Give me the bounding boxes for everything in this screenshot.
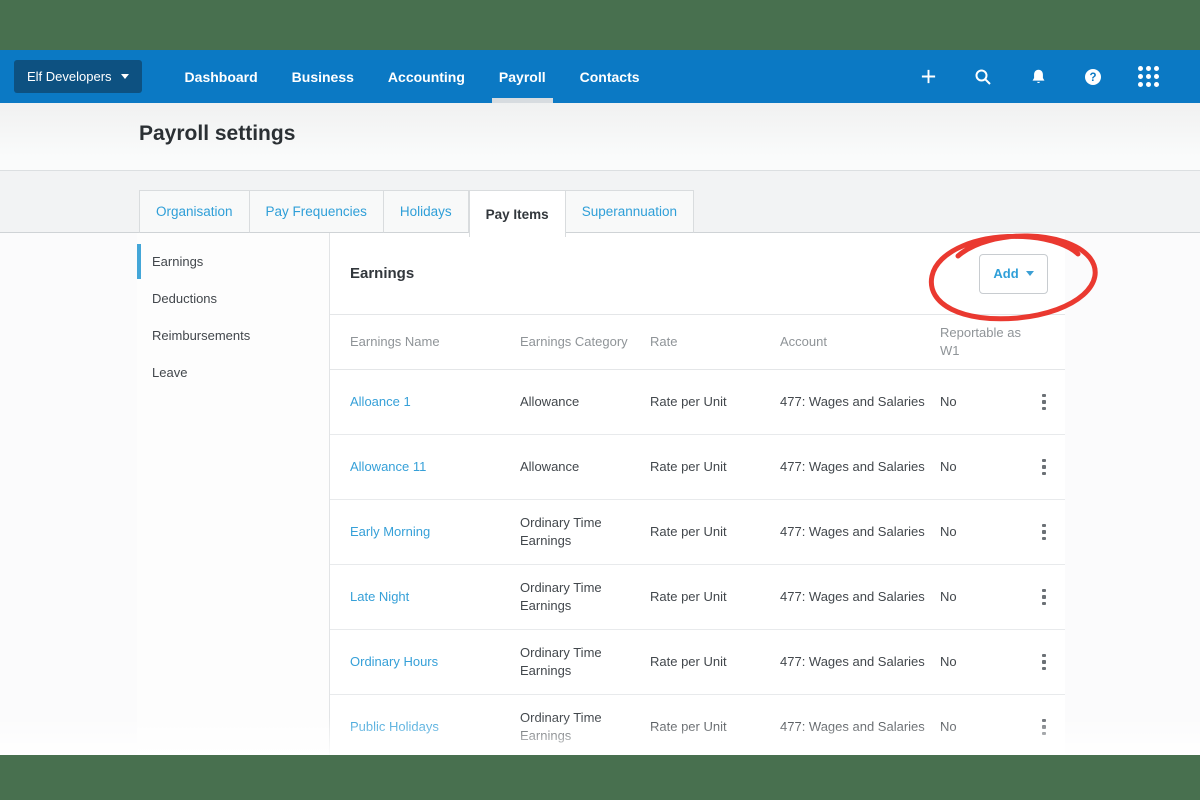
account-cell: 477: Wages and Salaries xyxy=(780,653,940,671)
sidebar-item-earnings[interactable]: Earnings xyxy=(137,243,329,280)
earnings-category-cell: Ordinary Time Earnings xyxy=(520,579,650,614)
row-menu-kebab-icon[interactable] xyxy=(1035,650,1053,674)
row-menu-kebab-icon[interactable] xyxy=(1035,585,1053,609)
earnings-name-link[interactable]: Ordinary Hours xyxy=(350,654,438,669)
account-cell: 477: Wages and Salaries xyxy=(780,393,940,411)
row-menu-kebab-icon[interactable] xyxy=(1035,455,1053,479)
apps-grid-icon[interactable] xyxy=(1138,67,1158,87)
quick-add-plus-icon[interactable] xyxy=(918,67,938,87)
earnings-category-cell: Allowance xyxy=(520,458,650,476)
reportable-w1-cell: No xyxy=(940,523,1035,541)
col-header-reportable-w1: Reportable as W1 xyxy=(940,324,1035,359)
rate-cell: Rate per Unit xyxy=(650,458,780,476)
account-cell: 477: Wages and Salaries xyxy=(780,523,940,541)
content-area: Earnings Deductions Reimbursements Leave… xyxy=(0,233,1200,755)
add-button-label: Add xyxy=(993,266,1018,281)
caret-down-icon xyxy=(1026,271,1034,276)
svg-text:?: ? xyxy=(1089,72,1096,84)
earnings-category-cell: Ordinary Time Earnings xyxy=(520,709,650,744)
organisation-selector[interactable]: Elf Developers xyxy=(14,60,142,93)
earnings-name-link[interactable]: Early Morning xyxy=(350,524,430,539)
letterbox-top-bar xyxy=(0,0,1200,50)
nav-item-contacts[interactable]: Contacts xyxy=(563,50,657,103)
nav-icon-group: ? xyxy=(918,67,1200,87)
rate-cell: Rate per Unit xyxy=(650,718,780,736)
tab-pay-items[interactable]: Pay Items xyxy=(469,190,566,237)
tab-organisation[interactable]: Organisation xyxy=(139,190,250,233)
nav-menu: Dashboard Business Accounting Payroll Co… xyxy=(168,50,657,103)
rate-cell: Rate per Unit xyxy=(650,523,780,541)
table-row: Alloance 1 Allowance Rate per Unit 477: … xyxy=(330,370,1065,435)
earnings-name-link[interactable]: Late Night xyxy=(350,589,409,604)
col-header-rate: Rate xyxy=(650,333,780,351)
nav-item-accounting[interactable]: Accounting xyxy=(371,50,482,103)
tab-superannuation[interactable]: Superannuation xyxy=(566,190,694,233)
nav-item-dashboard[interactable]: Dashboard xyxy=(168,50,275,103)
account-cell: 477: Wages and Salaries xyxy=(780,458,940,476)
earnings-category-cell: Allowance xyxy=(520,393,650,411)
earnings-name-link[interactable]: Public Holidays xyxy=(350,719,439,734)
rate-cell: Rate per Unit xyxy=(650,653,780,671)
table-row: Late Night Ordinary Time Earnings Rate p… xyxy=(330,565,1065,630)
organisation-name: Elf Developers xyxy=(27,69,112,84)
notifications-bell-icon[interactable] xyxy=(1028,67,1048,87)
panel-title: Earnings xyxy=(350,265,414,282)
reportable-w1-cell: No xyxy=(940,718,1035,736)
settings-tab-strip: Organisation Pay Frequencies Holidays Pa… xyxy=(0,171,1200,233)
page-title: Payroll settings xyxy=(139,122,295,146)
help-icon[interactable]: ? xyxy=(1083,67,1103,87)
account-cell: 477: Wages and Salaries xyxy=(780,588,940,606)
rate-cell: Rate per Unit xyxy=(650,588,780,606)
pay-items-sidebar: Earnings Deductions Reimbursements Leave xyxy=(137,233,330,755)
rate-cell: Rate per Unit xyxy=(650,393,780,411)
caret-down-icon xyxy=(121,74,129,79)
col-header-earnings-name: Earnings Name xyxy=(350,333,520,351)
reportable-w1-cell: No xyxy=(940,458,1035,476)
search-icon[interactable] xyxy=(973,67,993,87)
col-header-account: Account xyxy=(780,333,940,351)
earnings-name-link[interactable]: Allowance 11 xyxy=(350,459,426,474)
sidebar-item-reimbursements[interactable]: Reimbursements xyxy=(137,317,329,354)
top-navigation-bar: Elf Developers Dashboard Business Accoun… xyxy=(0,50,1200,103)
account-cell: 477: Wages and Salaries xyxy=(780,718,940,736)
sidebar-item-leave[interactable]: Leave xyxy=(137,354,329,391)
earnings-name-link[interactable]: Alloance 1 xyxy=(350,394,411,409)
reportable-w1-cell: No xyxy=(940,588,1035,606)
earnings-category-cell: Ordinary Time Earnings xyxy=(520,514,650,549)
sidebar-item-deductions[interactable]: Deductions xyxy=(137,280,329,317)
nav-item-payroll[interactable]: Payroll xyxy=(482,50,563,103)
row-menu-kebab-icon[interactable] xyxy=(1035,715,1053,739)
row-menu-kebab-icon[interactable] xyxy=(1035,390,1053,414)
nav-item-business[interactable]: Business xyxy=(275,50,371,103)
table-row: Allowance 11 Allowance Rate per Unit 477… xyxy=(330,435,1065,500)
letterbox-bottom-bar xyxy=(0,755,1200,800)
table-header-row: Earnings Name Earnings Category Rate Acc… xyxy=(330,315,1065,370)
table-row: Early Morning Ordinary Time Earnings Rat… xyxy=(330,500,1065,565)
page-header-band: Payroll settings xyxy=(0,103,1200,171)
row-menu-kebab-icon[interactable] xyxy=(1035,520,1053,544)
table-row: Ordinary Hours Ordinary Time Earnings Ra… xyxy=(330,630,1065,695)
earnings-panel: Earnings Add Earnings Name Earnings Cate… xyxy=(330,233,1065,755)
table-row: Public Holidays Ordinary Time Earnings R… xyxy=(330,695,1065,755)
add-button[interactable]: Add xyxy=(979,254,1048,294)
tab-holidays[interactable]: Holidays xyxy=(384,190,469,233)
app-window: Elf Developers Dashboard Business Accoun… xyxy=(0,0,1200,800)
col-header-earnings-category: Earnings Category xyxy=(520,333,650,351)
earnings-panel-header: Earnings Add xyxy=(330,233,1065,315)
reportable-w1-cell: No xyxy=(940,653,1035,671)
tab-pay-frequencies[interactable]: Pay Frequencies xyxy=(250,190,384,233)
reportable-w1-cell: No xyxy=(940,393,1035,411)
earnings-category-cell: Ordinary Time Earnings xyxy=(520,644,650,679)
